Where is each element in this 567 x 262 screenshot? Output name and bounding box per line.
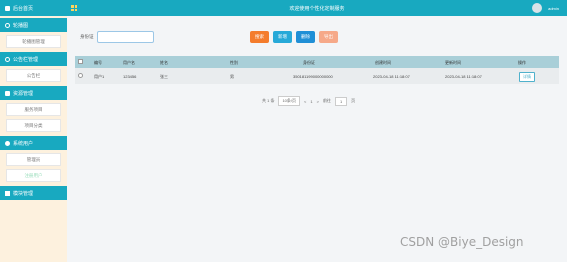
toolbar: 搜索 新增 删除 导出 [250,31,338,43]
sidebar-item-registered-users[interactable]: 注册用户 [6,169,61,182]
home-icon [5,5,10,11]
avatar[interactable] [532,3,542,13]
sidebar-item-service[interactable]: 服务项目 [6,103,61,116]
sidebar-item-category[interactable]: 项目分类 [6,119,61,132]
per-page-select[interactable]: 10条/页 [278,96,301,106]
watermark: CSDN @Biye_Design [400,235,524,249]
pager-total: 共 1 条 [262,98,275,103]
top-bar: 欢迎使用个性化定制服务 admin [67,0,567,16]
table-row: 用户1 123456 张三 男 350181199000000000 2023-… [75,68,559,84]
page-title: 欢迎使用个性化定制服务 [289,6,345,12]
sidebar-group-carousel[interactable]: 轮播图 [0,18,67,32]
cell-idcard: 350181199000000000 [293,74,333,79]
delete-button[interactable]: 删除 [296,31,315,43]
row-checkbox[interactable] [78,73,83,78]
detail-button[interactable]: 详情 [519,72,535,82]
sidebar-item-carousel-manage[interactable]: 轮播图管理 [6,35,61,48]
select-all-checkbox[interactable] [78,59,83,64]
cell-created: 2023-04-18 11:18:07 [373,74,410,79]
col-created: 创建时间 [375,60,391,65]
sidebar-group-module[interactable]: 模块管理 [0,186,67,200]
sidebar-group-resource[interactable]: 资源管理 [0,86,67,100]
col-action: 操作 [518,60,526,65]
search-label: 身份证 [80,34,94,39]
search-input[interactable] [96,31,154,43]
sidebar-home[interactable]: 后台首页 [0,0,67,16]
search-button[interactable]: 搜索 [250,31,269,43]
current-page[interactable]: 1 [310,99,312,104]
sidebar-group-notice[interactable]: 公告栏管理 [0,52,67,66]
pagination: 共 1 条 10条/页 < 1 > 前往 1 页 [262,96,355,106]
image-icon [5,22,10,28]
sidebar: 后台首页 轮播图 轮播图管理 公告栏管理 公告栏 资源管理 服务项目 项目分类 … [0,0,67,262]
data-table: 编号 用户名 姓名 性别 身份证 创建时间 更新时间 操作 用户1 123456… [75,56,559,84]
export-button[interactable]: 导出 [319,31,338,43]
prev-page-button[interactable]: < [304,99,306,104]
col-username: 用户名 [123,60,135,65]
col-idcard: 身份证 [303,60,315,65]
cell-updated: 2023-04-18 11:18:07 [445,74,482,79]
goto-label: 前往 [322,98,331,103]
next-page-button[interactable]: > [317,99,319,104]
bell-icon [5,56,10,62]
page-unit-label: 页 [351,98,356,103]
sidebar-title: 后台首页 [13,5,34,12]
sidebar-group-label: 公告栏管理 [13,56,39,63]
cell-name: 张三 [160,74,168,79]
sidebar-item-notice[interactable]: 公告栏 [6,69,61,82]
sidebar-group-users[interactable]: 系统用户 [0,136,67,150]
sidebar-group-label: 系统用户 [13,140,34,147]
table-header: 编号 用户名 姓名 性别 身份证 创建时间 更新时间 操作 [75,56,559,68]
sidebar-item-admin[interactable]: 管理员 [6,153,61,166]
cell-gender: 男 [230,74,234,79]
goto-page-input[interactable]: 1 [334,96,348,106]
folder-icon [5,90,10,96]
sidebar-group-label: 模块管理 [13,190,34,197]
col-name: 姓名 [160,60,168,65]
col-gender: 性别 [230,60,238,65]
user-icon [5,140,10,146]
col-updated: 更新时间 [445,60,461,65]
cell-id: 用户1 [94,74,105,79]
user-name[interactable]: admin [548,6,559,11]
sidebar-group-label: 资源管理 [13,90,34,97]
grid-icon [5,190,10,196]
sidebar-group-label: 轮播图 [13,22,29,29]
search-row: 身份证 [80,31,154,43]
col-id: 编号 [94,60,102,65]
cell-username: 123456 [123,74,137,79]
add-button[interactable]: 新增 [273,31,292,43]
